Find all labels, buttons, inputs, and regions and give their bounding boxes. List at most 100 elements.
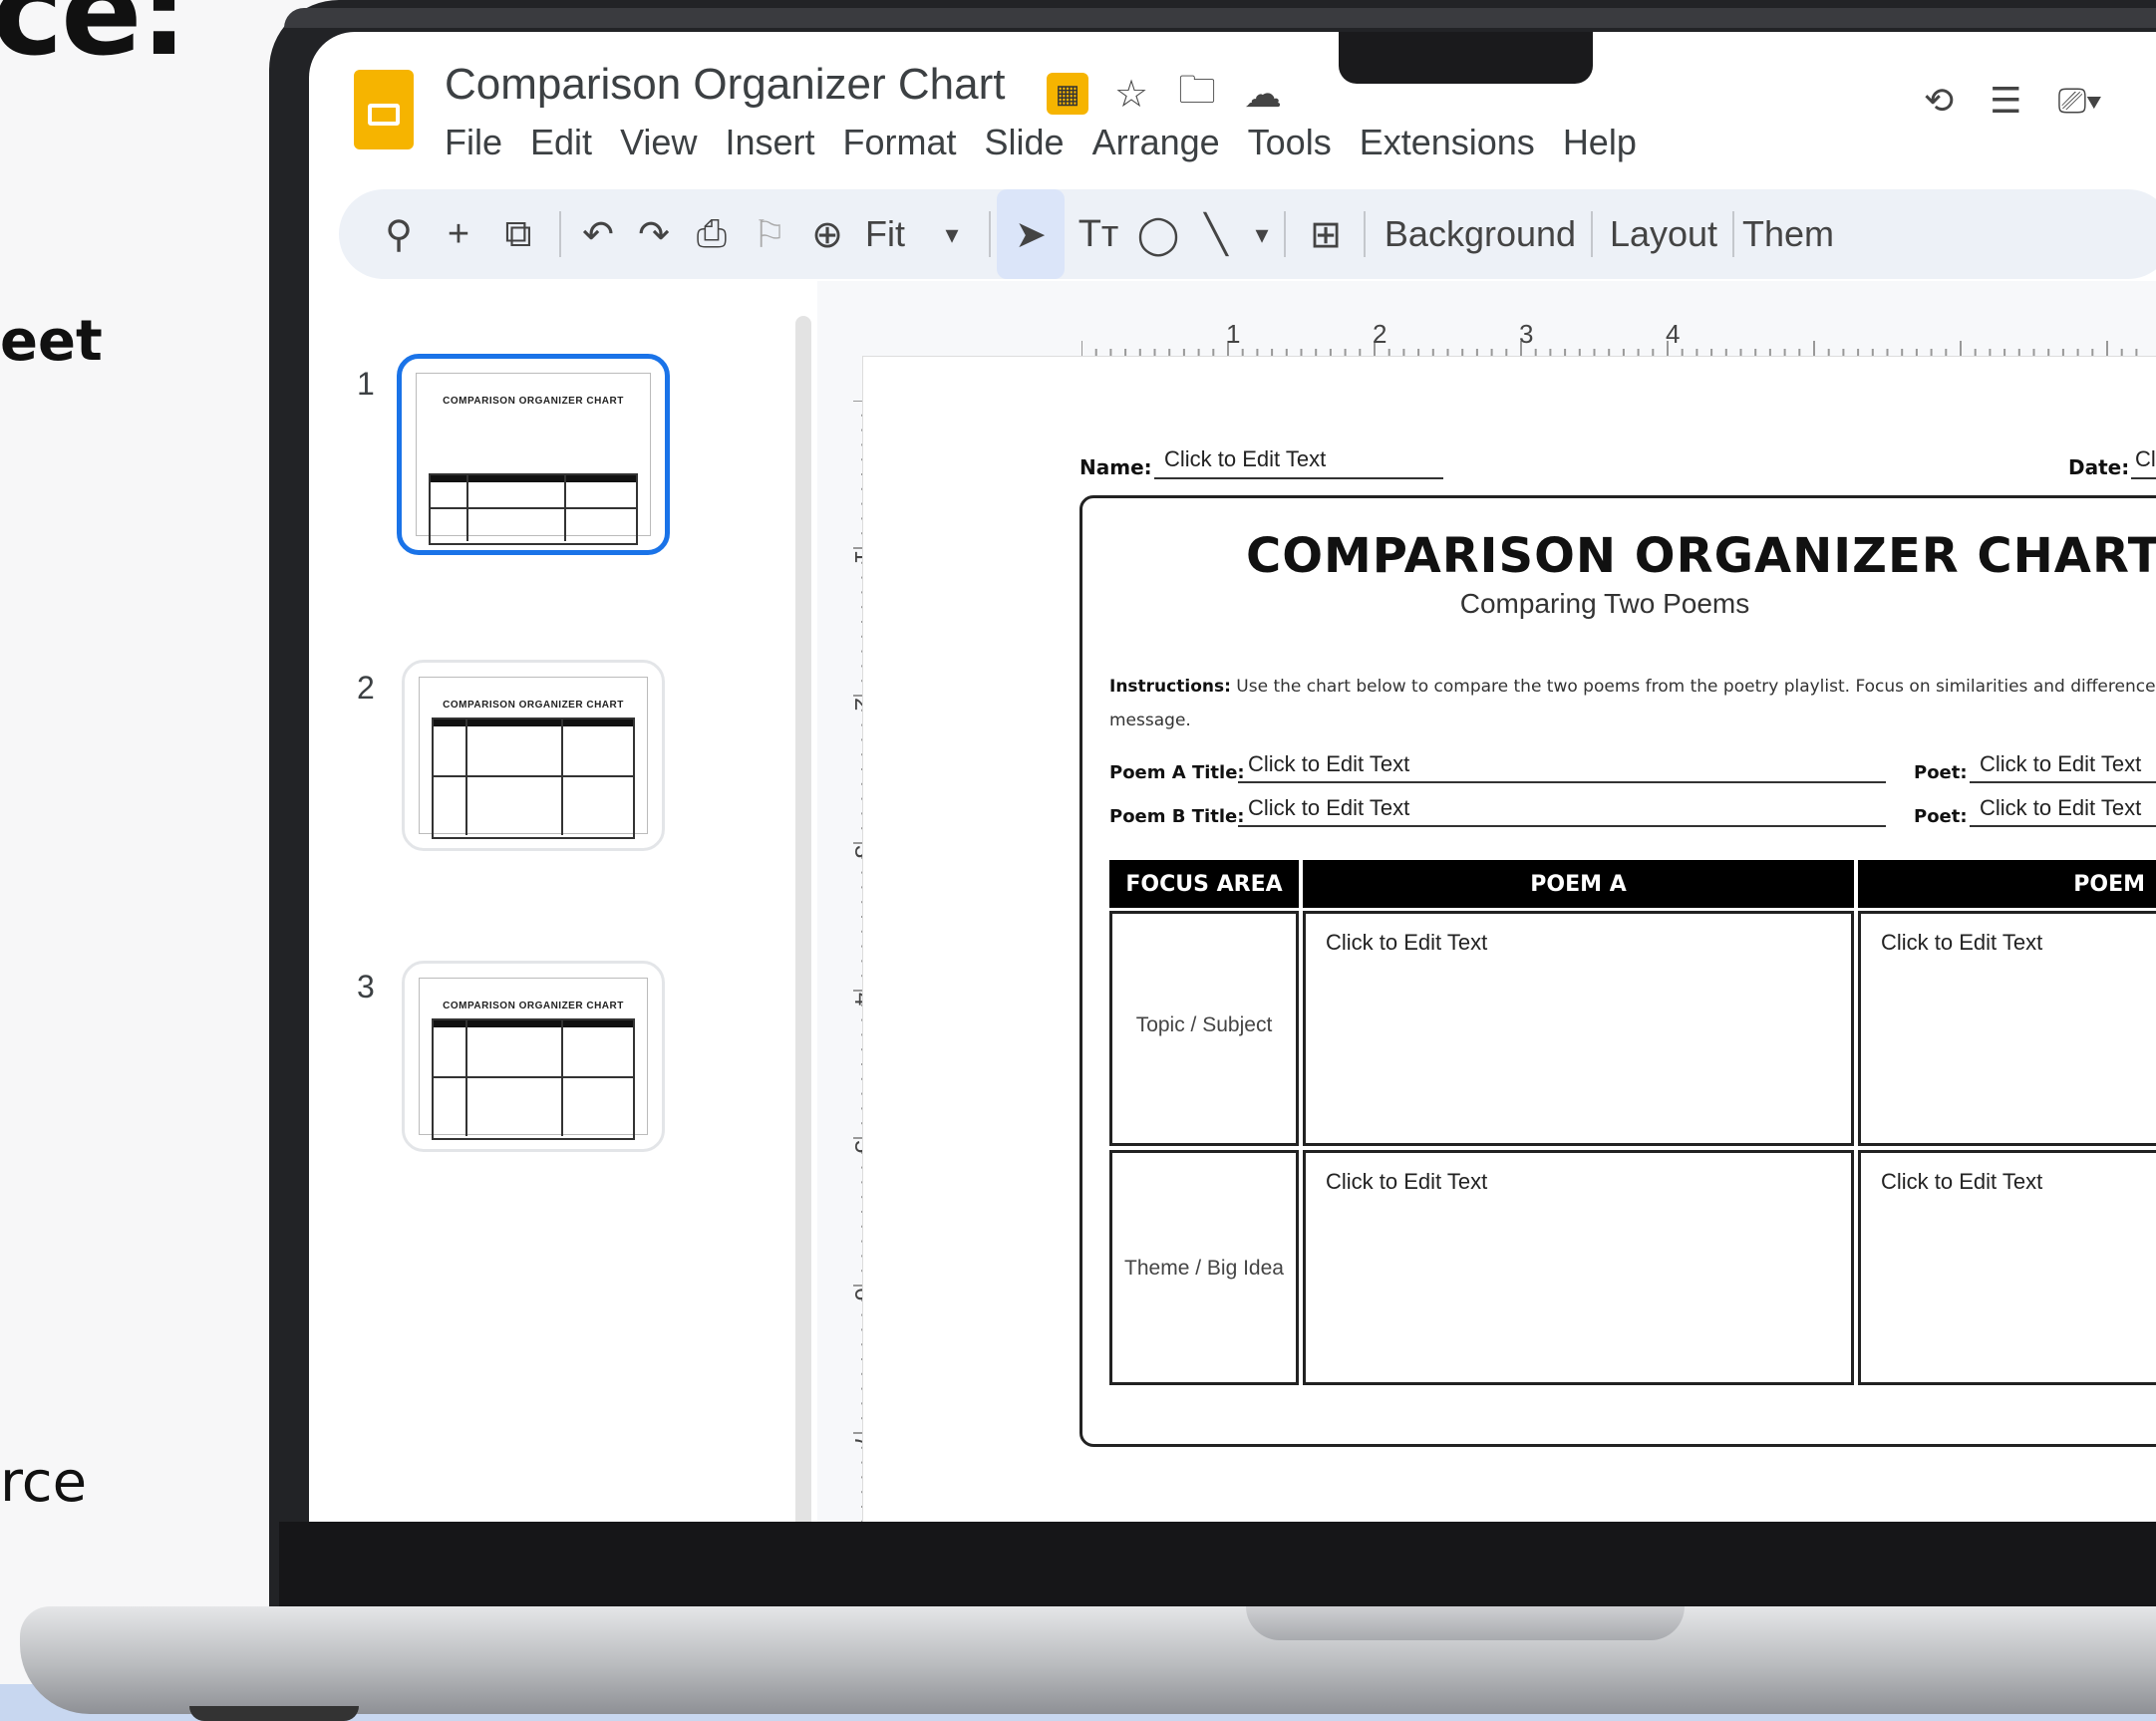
undo-icon[interactable]: ↶	[570, 189, 626, 279]
thumbnail-page: COMPARISON ORGANIZER CHART	[416, 373, 651, 545]
zoom-level[interactable]: Fit	[855, 189, 915, 279]
horizontal-ruler: 1 2 3 4	[1081, 321, 2156, 358]
name-field[interactable]: Click to Edit Text	[1164, 446, 1326, 472]
menu-arrange[interactable]: Arrange	[1078, 122, 1234, 163]
move-to-folder-icon[interactable]: ▦	[1047, 73, 1088, 115]
filmstrip-scrollbar[interactable]	[795, 316, 811, 1522]
thumbnail-table	[432, 717, 635, 839]
menu-extensions[interactable]: Extensions	[1346, 122, 1549, 163]
instructions-text: Use the chart below to compare the two p…	[1236, 677, 2156, 697]
slide-thumbnail-2[interactable]: COMPARISON ORGANIZER CHART	[402, 660, 665, 851]
thumbnail-table-col	[561, 1018, 563, 1136]
table-row-cell[interactable]: Click to Edit Text	[1303, 1150, 1854, 1385]
paint-format-icon[interactable]: ⚐	[742, 189, 797, 279]
thumbnail-table-row	[429, 507, 638, 509]
menu-edit[interactable]: Edit	[516, 122, 606, 163]
cell-text[interactable]: Click to Edit Text	[1881, 930, 2156, 956]
poet-b-field[interactable]: Click to Edit Text	[1980, 795, 2141, 821]
thumbnail-table-col	[465, 717, 467, 835]
table-row-cell[interactable]: Click to Edit Text	[1858, 911, 2156, 1146]
poem-b-title-field[interactable]: Click to Edit Text	[1248, 795, 1409, 821]
text-box-icon[interactable]: Tт	[1069, 189, 1128, 279]
toolbar-divider	[989, 211, 991, 257]
instructions[interactable]: Instructions: Use the chart below to com…	[1109, 670, 2156, 737]
history-icon[interactable]: ⟲	[1924, 80, 1954, 123]
slide-subtitle[interactable]: Comparing Two Poems	[1306, 588, 1904, 620]
comments-icon[interactable]: ☰	[1990, 80, 2021, 123]
thumbnail-table-col	[465, 1018, 467, 1136]
poem-b-title-label: Poem B Title:	[1109, 806, 1245, 827]
cloud-status-icon[interactable]: ☁	[1240, 71, 1286, 117]
poet-a-field[interactable]: Click to Edit Text	[1980, 751, 2141, 777]
menu-file[interactable]: File	[445, 122, 516, 163]
camera-icon[interactable]: ⎚▾	[2057, 80, 2101, 123]
thumbnail-table	[429, 473, 638, 545]
document-title[interactable]: Comparison Organizer Chart	[445, 60, 1005, 110]
date-label: Date:	[2068, 455, 2130, 479]
theme-button[interactable]: Them	[1742, 189, 1862, 279]
shape-icon[interactable]: ◯	[1128, 189, 1188, 279]
background-button[interactable]: Background	[1376, 189, 1585, 279]
toolbar-divider	[1591, 211, 1593, 257]
poem-a-title-field[interactable]: Click to Edit Text	[1248, 751, 1409, 777]
focus-label: Theme / Big Idea	[1124, 1257, 1284, 1280]
header-poem-a: POEM A	[1303, 860, 1854, 908]
promo-heading-fragment: ce:	[0, 0, 188, 83]
ruler-label: 4	[1666, 321, 1680, 349]
toolbar-divider	[1732, 211, 1734, 257]
cell-text[interactable]: Click to Edit Text	[1326, 1169, 1851, 1195]
menu-format[interactable]: Format	[829, 122, 971, 163]
menu-slide[interactable]: Slide	[971, 122, 1078, 163]
slide-number: 2	[357, 670, 375, 706]
thumbnail-page: COMPARISON ORGANIZER CHART	[419, 677, 648, 839]
folder-icon[interactable]: 🗀	[1174, 70, 1220, 117]
menu-view[interactable]: View	[606, 122, 711, 163]
thumbnail-title: COMPARISON ORGANIZER CHART	[443, 396, 624, 407]
cell-text[interactable]: Click to Edit Text	[1326, 930, 1851, 956]
line-icon[interactable]: ╲	[1188, 189, 1244, 279]
laptop-foot	[189, 1706, 359, 1721]
promo-text-fragment: rce	[0, 1450, 88, 1515]
zoom-icon[interactable]: ⊕	[799, 189, 855, 279]
poet-b-label: Poet:	[1914, 806, 1968, 827]
new-slide-layout-icon[interactable]: ⧉	[488, 189, 548, 279]
poem-a-title-label: Poem A Title:	[1109, 762, 1245, 783]
slides-logo-icon[interactable]	[354, 70, 414, 149]
laptop-opening-notch	[1246, 1606, 1685, 1640]
thumbnail-title: COMPARISON ORGANIZER CHART	[443, 1001, 624, 1011]
cell-text[interactable]: Click to Edit Text	[1881, 1169, 2156, 1195]
slide-number: 3	[357, 969, 375, 1004]
thumbnail-table-col	[564, 473, 566, 541]
date-underline	[2131, 477, 2156, 479]
search-menus-icon[interactable]: ⚲	[369, 189, 429, 279]
redo-icon[interactable]: ↷	[626, 189, 682, 279]
slide-title[interactable]: COMPARISON ORGANIZER CHART	[1246, 528, 2156, 584]
toolbar-divider	[1364, 211, 1366, 257]
slide-thumbnail-3[interactable]: COMPARISON ORGANIZER CHART	[402, 961, 665, 1152]
ruler-label: 1	[1226, 321, 1240, 349]
menu-help[interactable]: Help	[1549, 122, 1651, 163]
table-row-cell[interactable]: Click to Edit Text	[1303, 911, 1854, 1146]
line-dropdown-icon[interactable]: ▾	[1244, 189, 1280, 279]
table-row-cell[interactable]: Click to Edit Text	[1858, 1150, 2156, 1385]
menu-insert[interactable]: Insert	[711, 122, 828, 163]
slide-thumbnail-1[interactable]: COMPARISON ORGANIZER CHART	[397, 354, 670, 555]
toolbar-divider	[559, 211, 561, 257]
date-field[interactable]: Cl	[2135, 446, 2156, 472]
poet-a-label: Poet:	[1914, 762, 1968, 783]
thumbnail-page: COMPARISON ORGANIZER CHART	[419, 978, 648, 1140]
laptop-base	[20, 1606, 2156, 1714]
name-underline	[1154, 477, 1443, 479]
title-icons: ▦ ☆ 🗀 ☁	[1047, 70, 1286, 118]
select-tool-icon[interactable]: ➤	[997, 189, 1065, 279]
comment-add-icon[interactable]: ⊞	[1294, 189, 1358, 279]
name-label: Name:	[1079, 455, 1152, 479]
print-icon[interactable]: ⎙	[682, 189, 742, 279]
toolbar-divider	[1284, 211, 1286, 257]
menu-tools[interactable]: Tools	[1234, 122, 1346, 163]
star-icon[interactable]: ☆	[1108, 71, 1154, 117]
zoom-dropdown-icon[interactable]: ▾	[917, 189, 987, 279]
thumbnail-table	[432, 1018, 635, 1140]
new-slide-icon[interactable]: +	[434, 189, 483, 279]
layout-button[interactable]: Layout	[1601, 189, 1726, 279]
